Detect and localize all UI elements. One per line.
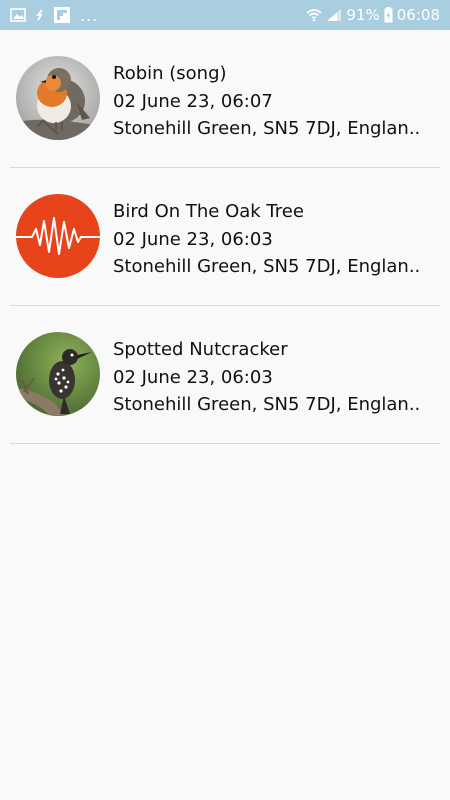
recording-location: Stonehill Green, SN5 7DJ, Englan.. [113, 394, 421, 415]
battery-charging-icon [384, 7, 393, 23]
list-item[interactable]: Bird On The Oak Tree 02 June 23, 06:03 S… [10, 168, 440, 306]
flipboard-icon [54, 7, 70, 23]
recordings-list: Robin (song) 02 June 23, 06:07 Stonehill… [0, 30, 450, 444]
system-status: 91% 06:08 [306, 6, 440, 24]
image-icon [10, 8, 26, 22]
list-item[interactable]: Robin (song) 02 June 23, 06:07 Stonehill… [10, 30, 440, 168]
recording-datetime: 02 June 23, 06:03 [113, 366, 273, 388]
recording-title: Spotted Nutcracker [113, 339, 288, 360]
wifi-icon [306, 8, 322, 22]
battery-percent: 91% [346, 6, 380, 24]
clock: 06:08 [396, 6, 440, 24]
recording-datetime: 02 June 23, 06:03 [113, 228, 273, 250]
recording-title: Bird On The Oak Tree [113, 201, 304, 222]
list-item[interactable]: Spotted Nutcracker 02 June 23, 06:03 Sto… [10, 306, 440, 444]
recording-info: Robin (song) 02 June 23, 06:07 Stonehill… [113, 60, 420, 143]
robin-thumbnail [16, 56, 100, 140]
recording-datetime: 02 June 23, 06:07 [113, 90, 273, 112]
recording-info: Spotted Nutcracker 02 June 23, 06:03 Sto… [113, 336, 420, 419]
signal-icon [326, 8, 342, 22]
notification-icons: ... [10, 6, 98, 25]
recording-title: Robin (song) [113, 63, 227, 84]
status-bar: ... 91% 06:08 [0, 0, 450, 30]
recording-location: Stonehill Green, SN5 7DJ, Englan.. [113, 256, 421, 277]
recording-info: Bird On The Oak Tree 02 June 23, 06:03 S… [113, 198, 420, 281]
more-notifications: ... [80, 5, 99, 25]
recording-location: Stonehill Green, SN5 7DJ, Englan.. [113, 118, 421, 139]
waveform-icon [16, 194, 100, 278]
nutcracker-thumbnail [16, 332, 100, 416]
sync-icon [34, 8, 46, 22]
